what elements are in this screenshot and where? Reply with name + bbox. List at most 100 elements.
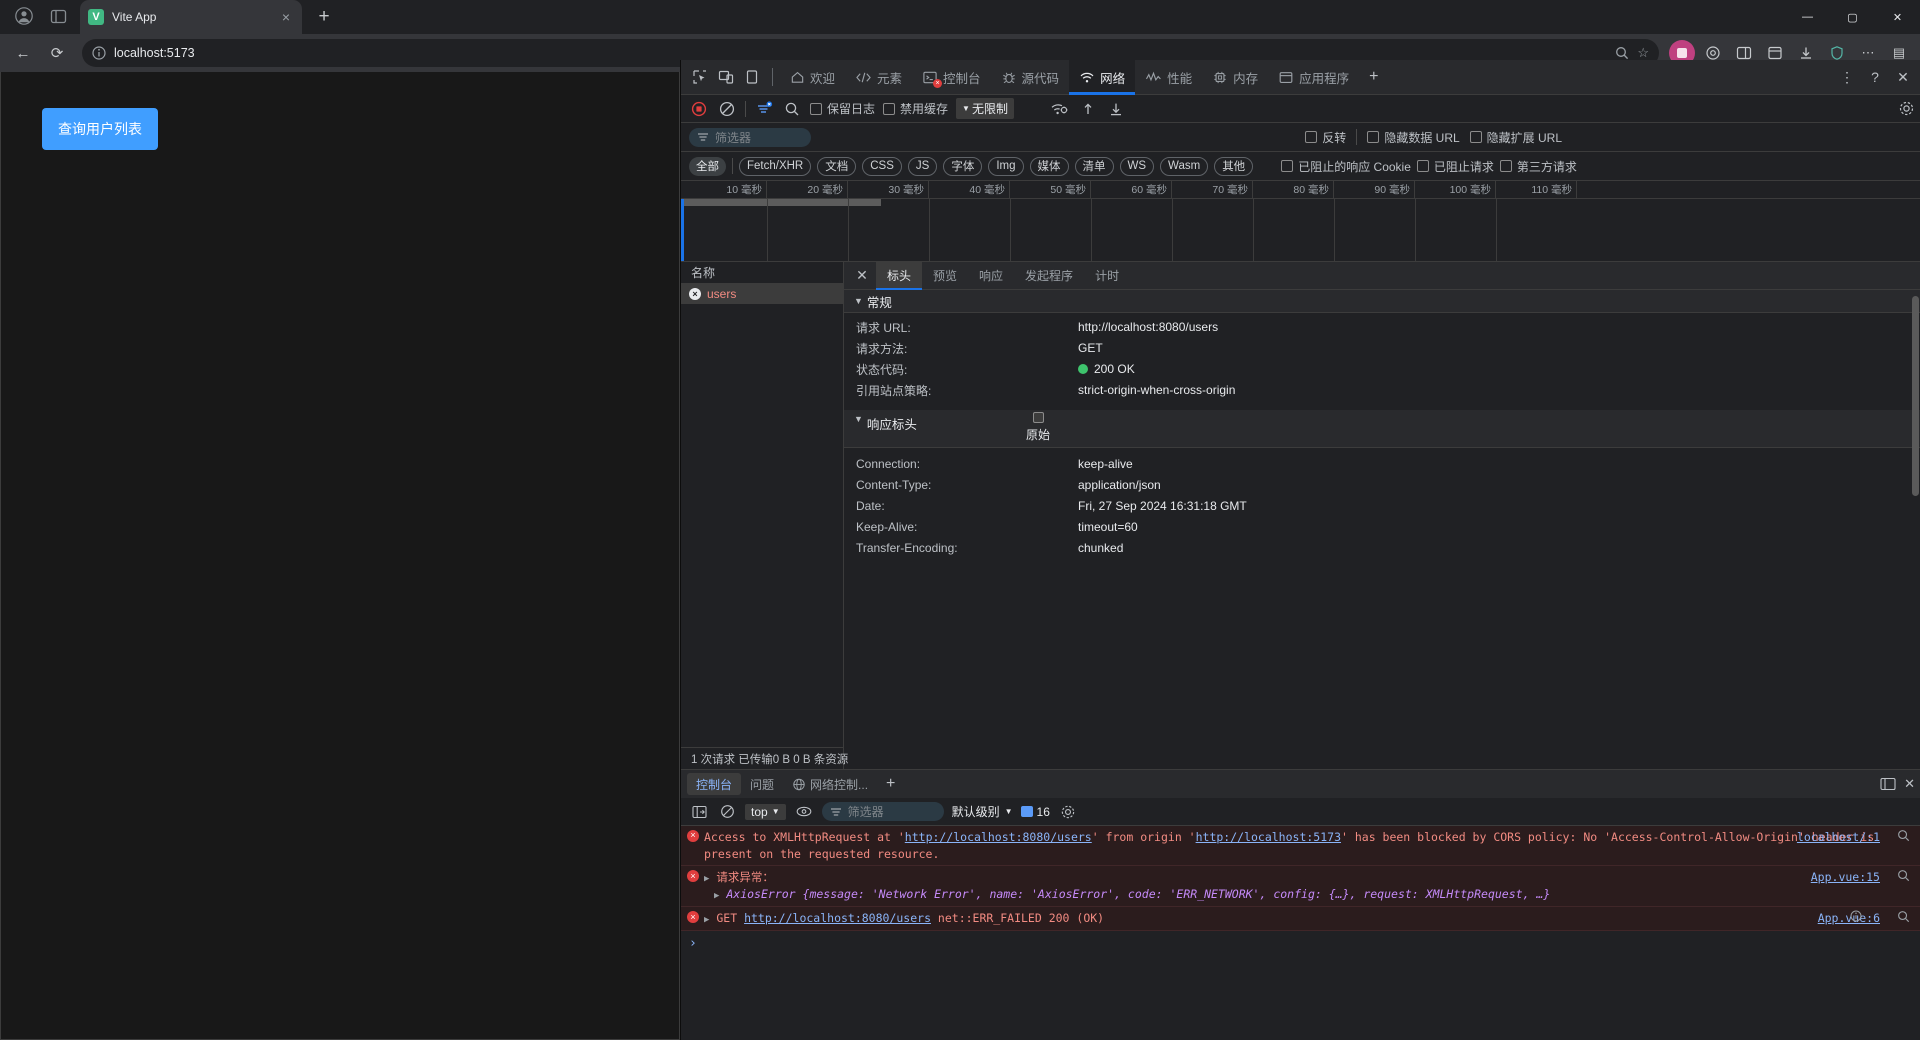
console-message-get-failed[interactable]: × ▶ GET http://localhost:8080/users net:… [681,907,1920,932]
drawer-close-icon[interactable]: ✕ [1904,776,1915,792]
bookmark-star-icon[interactable]: ☆ [1637,45,1649,61]
query-user-list-button[interactable]: 查询用户列表 [42,108,158,150]
browser-tab[interactable]: V Vite App × [80,0,302,34]
invert-checkbox[interactable]: 反转 [1305,129,1346,146]
devtools-tab-memory[interactable]: 内存 [1202,60,1268,95]
console-settings-icon[interactable] [1058,802,1078,822]
devtools-tab-welcome[interactable]: 欢迎 [780,60,845,95]
tab-list-icon[interactable] [48,6,68,26]
console-level-selector[interactable]: 默认级别 ▼ [952,803,1013,820]
detail-tab-response[interactable]: 响应 [968,262,1014,290]
site-info-icon[interactable] [92,46,106,60]
type-filter-manifest[interactable]: 清单 [1074,156,1114,176]
msg-link[interactable]: http://localhost:8080/users [905,830,1092,844]
disable-cache-checkbox[interactable]: 禁用缓存 [883,100,948,117]
drawer-add-tab-button[interactable]: + [877,773,904,795]
type-filter-media[interactable]: 媒体 [1029,156,1069,176]
drawer-dock-icon[interactable] [1880,777,1896,791]
type-filter-all[interactable]: 全部 [689,156,726,176]
console-message-cors-error[interactable]: × Access to XMLHttpRequest at 'http://lo… [681,826,1920,867]
window-maximize-button[interactable]: ▢ [1830,0,1875,34]
window-close-button[interactable]: ✕ [1875,0,1920,34]
console-search-icon[interactable] [1897,829,1910,842]
raw-checkbox[interactable] [1032,412,1044,423]
export-har-icon[interactable] [1106,99,1126,119]
dock-side-icon[interactable] [739,62,765,92]
throttling-dropdown[interactable]: ▼ 无限制 [956,98,1014,119]
console-prompt[interactable]: › [681,931,1920,956]
new-tab-button[interactable]: + [310,3,338,31]
section-general-header[interactable]: ▼ 常规 [844,290,1920,313]
drawer-tab-issues[interactable]: 问题 [741,773,783,795]
network-conditions-icon[interactable] [1050,99,1070,119]
detail-tab-preview[interactable]: 预览 [922,262,968,290]
network-filter-input[interactable]: 筛选器 [689,127,811,147]
back-button[interactable]: ← [8,38,38,68]
hide-extension-urls-checkbox[interactable]: 隐藏扩展 URL [1469,129,1562,146]
record-stop-icon[interactable] [689,99,709,119]
section-response-headers-header[interactable]: ▼ 响应标头 原始 [844,410,1920,448]
console-filter-input[interactable]: 筛选器 [821,802,944,821]
devtools-tab-console[interactable]: × 控制台 [912,60,991,95]
device-toolbar-icon[interactable] [713,62,739,92]
live-expression-eye-icon[interactable] [794,802,814,822]
devtools-tab-sources[interactable]: 源代码 [991,60,1070,95]
expand-arrow-icon[interactable]: ▶ [714,891,719,901]
clear-console-icon[interactable] [717,802,737,822]
console-context-selector[interactable]: top ▼ [745,803,786,820]
msg-link[interactable]: http://localhost:8080/users [744,911,931,925]
search-icon[interactable] [782,99,802,119]
devtools-add-tab-button[interactable]: + [1359,60,1388,95]
exception-title-line[interactable]: ▶ 请求异常： [704,869,1916,886]
third-party-requests-checkbox[interactable]: 第三方请求 [1499,158,1577,175]
tab-close-icon[interactable]: × [278,9,294,25]
drawer-tab-network-conditions[interactable]: 网络控制... [783,773,877,795]
detail-tab-initiator[interactable]: 发起程序 [1014,262,1084,290]
devtools-tab-elements[interactable]: 元素 [845,60,912,95]
devtools-tab-application[interactable]: 应用程序 [1268,60,1359,95]
type-filter-js[interactable]: JS [907,156,938,176]
type-filter-wasm[interactable]: Wasm [1160,156,1209,176]
blocked-requests-checkbox[interactable]: 已阻止请求 [1416,158,1494,175]
devtools-help-icon[interactable]: ? [1862,63,1888,91]
settings-gear-icon[interactable] [1896,99,1916,119]
console-sidebar-icon[interactable] [689,802,709,822]
scrollbar-thumb[interactable] [1912,296,1919,496]
exception-detail-line[interactable]: ▶ AxiosError {message: 'Network Error', … [704,886,1916,903]
console-message-count[interactable]: 16 [1020,805,1050,819]
type-filter-css[interactable]: CSS [862,156,902,176]
window-minimize-button[interactable]: — [1785,0,1830,34]
type-filter-other[interactable]: 其他 [1214,156,1254,176]
console-message-request-exception[interactable]: × ▶ 请求异常： ▶ AxiosError {message: 'Networ… [681,866,1920,908]
type-filter-font[interactable]: 字体 [943,156,983,176]
console-message-source[interactable]: App.vue:6 [1818,910,1880,927]
console-search-icon[interactable] [1897,869,1910,882]
request-row-users[interactable]: × users [681,284,843,304]
msg-link[interactable]: http://localhost:5173 [1196,830,1341,844]
profile-avatar-icon[interactable] [14,6,34,26]
preserve-log-checkbox[interactable]: 保留日志 [810,100,875,117]
console-message-source[interactable]: App.vue:15 [1811,869,1880,886]
console-search-icon[interactable] [1897,910,1910,923]
raw-toggle[interactable]: 原始 [1026,412,1050,443]
hide-data-urls-checkbox[interactable]: 隐藏数据 URL [1367,129,1460,146]
detail-tab-timing[interactable]: 计时 [1084,262,1130,290]
clear-network-icon[interactable] [717,99,737,119]
devtools-close-icon[interactable]: ✕ [1890,63,1916,91]
blocked-response-cookies-checkbox[interactable]: 已阻止的响应 Cookie [1281,158,1411,175]
detail-tab-headers[interactable]: 标头 [876,261,923,290]
inspect-element-icon[interactable] [687,62,713,92]
type-filter-fetch-xhr[interactable]: Fetch/XHR [739,156,812,176]
devtools-tab-performance[interactable]: 性能 [1135,60,1202,95]
type-filter-img[interactable]: Img [988,156,1024,176]
details-scrollbar[interactable] [1912,290,1919,769]
devtools-more-icon[interactable]: ⋮ [1834,63,1860,91]
filter-toggle-icon[interactable] [754,99,774,119]
close-details-icon[interactable]: ✕ [848,262,876,290]
console-message-source[interactable]: localhost/:1 [1797,829,1880,846]
devtools-tab-network[interactable]: 网络 [1069,59,1136,95]
zoom-icon[interactable] [1615,46,1629,60]
network-overview-timeline[interactable]: 10 毫秒 20 毫秒 30 毫秒 40 毫秒 50 毫秒 60 毫秒 70 毫… [681,181,1920,262]
expand-arrow-icon[interactable]: ▶ [704,915,709,925]
type-filter-ws[interactable]: WS [1119,156,1155,176]
